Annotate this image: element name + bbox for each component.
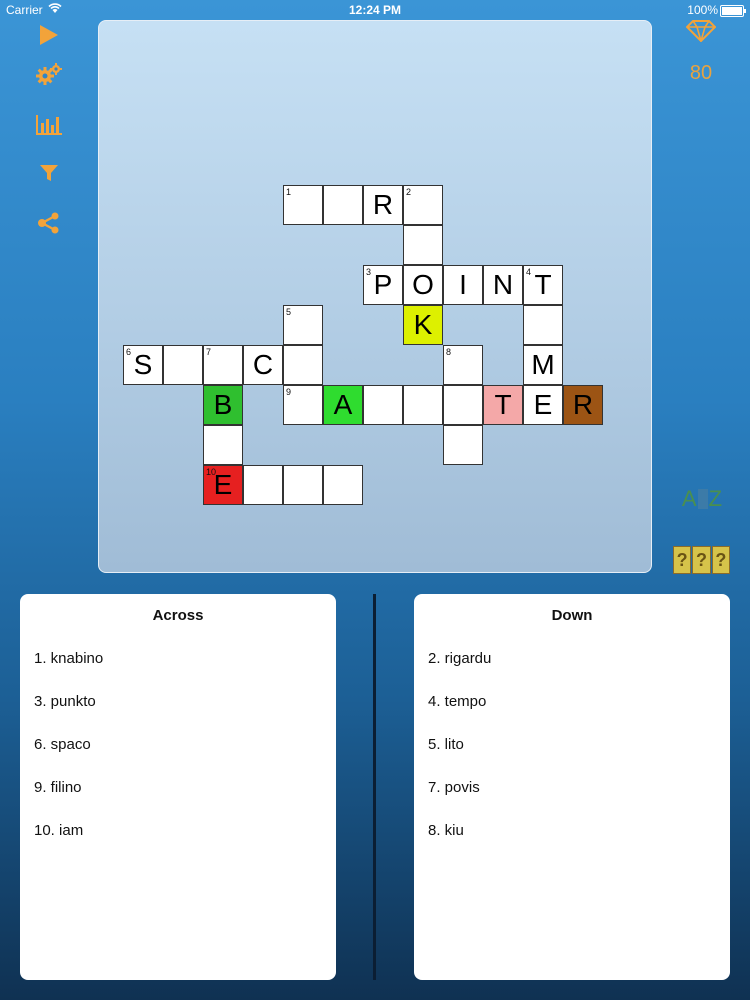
az-hint-button[interactable]: A Z	[674, 484, 730, 514]
clue-number: 9	[286, 387, 292, 397]
grid-cell[interactable]: 5	[283, 305, 323, 345]
filter-button[interactable]	[34, 158, 64, 188]
grid-cell[interactable]: K	[403, 305, 443, 345]
cell-letter: K	[413, 309, 433, 340]
clue-number: 5	[286, 307, 292, 317]
clue-number: 1	[286, 187, 292, 197]
grid-cell[interactable]	[323, 185, 363, 225]
gems-count: 80	[689, 62, 713, 84]
crossword-board[interactable]: 1 R 2 3 P O I N 4 T 5 K 6 S 7 C 8 M B 9 A T E R 10 E	[98, 20, 652, 573]
share-icon	[38, 212, 59, 234]
grid-cell[interactable]: 1	[283, 185, 323, 225]
grid-cell[interactable]: O	[403, 265, 443, 305]
grid-cell[interactable]: C	[243, 345, 283, 385]
grid-cell[interactable]	[163, 345, 203, 385]
clue-item[interactable]: 5. lito	[428, 736, 491, 779]
grid-cell[interactable]	[403, 385, 443, 425]
clue-item[interactable]: 9. filino	[34, 779, 103, 822]
cell-letter: T	[534, 269, 552, 300]
grid-cell[interactable]: 8	[443, 345, 483, 385]
filter-icon	[40, 165, 58, 181]
grid-cell[interactable]	[283, 345, 323, 385]
clue-item[interactable]: 1. knabino	[34, 650, 103, 693]
clue-item[interactable]: 3. punkto	[34, 693, 103, 736]
cell-letter: C	[252, 349, 274, 380]
battery-icon	[720, 5, 746, 17]
grid-cell[interactable]: 3P	[363, 265, 403, 305]
grid-cell[interactable]: 2	[403, 185, 443, 225]
grid-cell[interactable]: E	[523, 385, 563, 425]
grid-cell[interactable]: A	[323, 385, 363, 425]
cell-letter: B	[213, 389, 233, 420]
reveal-mark: ?	[711, 546, 730, 574]
grid-cell[interactable]: B	[203, 385, 243, 425]
grid-cell[interactable]	[523, 305, 563, 345]
cell-letter: S	[133, 349, 153, 380]
grid-cell[interactable]	[203, 425, 243, 465]
across-title: Across	[152, 607, 204, 624]
grid-cell[interactable]: 4T	[523, 265, 563, 305]
grid-cell[interactable]	[363, 385, 403, 425]
cell-letter: P	[373, 269, 393, 300]
reveal-mark: ?	[673, 546, 692, 574]
cell-letter: N	[492, 269, 514, 300]
clue-item[interactable]: 4. tempo	[428, 693, 491, 736]
status-bar: Carrier 12:24 PM 100%	[0, 0, 750, 20]
diamond-icon	[685, 20, 717, 44]
across-panel: Across 1. knabino 3. punkto 6. spaco 9. …	[20, 594, 336, 980]
grid-cell[interactable]: N	[483, 265, 523, 305]
play-icon	[40, 25, 58, 45]
reveal-mark: ?	[692, 546, 711, 574]
clue-item[interactable]: 7. povis	[428, 779, 491, 822]
down-clue-list: 2. rigardu 4. tempo 5. lito 7. povis 8. …	[428, 650, 491, 865]
grid-cell[interactable]: R	[563, 385, 603, 425]
bar-chart-icon	[36, 115, 62, 135]
grid-cell[interactable]: R	[363, 185, 403, 225]
cell-letter: M	[531, 349, 555, 380]
settings-button[interactable]	[34, 60, 64, 90]
cell-letter: R	[372, 189, 394, 220]
grid-cell[interactable]	[243, 465, 283, 505]
grid-cell[interactable]: 10 E	[203, 465, 243, 505]
cell-letter: E	[533, 389, 553, 420]
cell-letter: O	[412, 269, 434, 300]
clue-number: 7	[206, 347, 212, 357]
grid-cell[interactable]: 7	[203, 345, 243, 385]
across-clue-list: 1. knabino 3. punkto 6. spaco 9. filino …	[34, 650, 103, 865]
az-right-letter: Z	[708, 486, 723, 511]
gears-icon	[36, 63, 62, 85]
clue-number: 8	[446, 347, 452, 357]
cell-letter: A	[333, 389, 353, 420]
grid-cell[interactable]: T	[483, 385, 523, 425]
panel-divider	[373, 594, 376, 980]
az-left-letter: A	[681, 486, 697, 511]
down-title: Down	[551, 607, 593, 624]
clue-item[interactable]: 2. rigardu	[428, 650, 491, 693]
share-button[interactable]	[34, 208, 64, 238]
grid-cell[interactable]: M	[523, 345, 563, 385]
cell-letter: I	[459, 269, 467, 300]
az-middle-block	[697, 489, 708, 509]
clue-number: 2	[406, 187, 412, 197]
battery-percent: 100%	[687, 3, 718, 17]
statistics-button[interactable]	[34, 110, 64, 140]
cell-letter: T	[494, 389, 512, 420]
down-panel: Down 2. rigardu 4. tempo 5. lito 7. povi…	[414, 594, 730, 980]
grid-cell[interactable]: I	[443, 265, 483, 305]
clue-item[interactable]: 8. kiu	[428, 822, 491, 865]
grid-cell[interactable]	[283, 465, 323, 505]
grid-cell[interactable]	[323, 465, 363, 505]
grid-cell[interactable]: 9	[283, 385, 323, 425]
clock: 12:24 PM	[348, 3, 402, 17]
clue-item[interactable]: 6. spaco	[34, 736, 103, 779]
grid-cell[interactable]: 6S	[123, 345, 163, 385]
reveal-hint-button[interactable]: ? ? ?	[673, 546, 730, 574]
cell-letter: E	[213, 469, 233, 500]
grid-cell[interactable]	[443, 385, 483, 425]
grid-cell[interactable]	[443, 425, 483, 465]
cell-letter: R	[572, 389, 594, 420]
clue-item[interactable]: 10. iam	[34, 822, 103, 865]
play-button[interactable]	[34, 20, 64, 50]
grid-cell[interactable]	[403, 225, 443, 265]
